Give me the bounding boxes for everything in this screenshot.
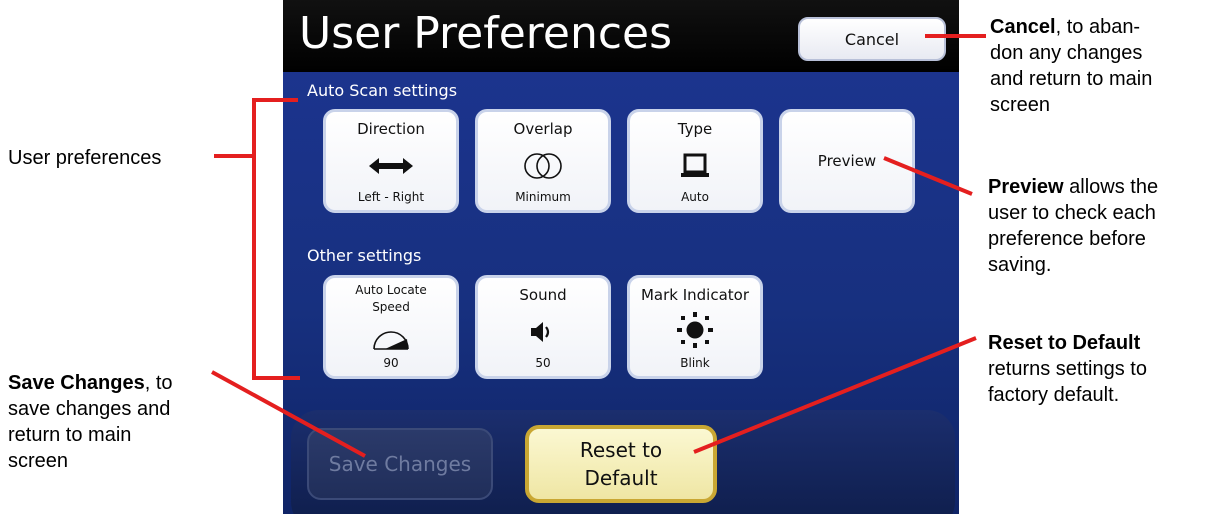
save-callout-line <box>211 370 366 458</box>
preview-callout-line <box>883 156 973 196</box>
cancel-annotation: Cancel, to aban- don any changes and ret… <box>990 16 1153 116</box>
user-preferences-annotation: User preferences <box>8 147 162 169</box>
preview-annotation: Preview allows the user to check each pr… <box>988 176 1159 276</box>
reset-callout-line <box>693 336 977 454</box>
reset-annotation: Reset to Default returns settings to fac… <box>988 332 1147 406</box>
save-changes-annotation: Save Changes, to save changes and return… <box>8 372 173 472</box>
